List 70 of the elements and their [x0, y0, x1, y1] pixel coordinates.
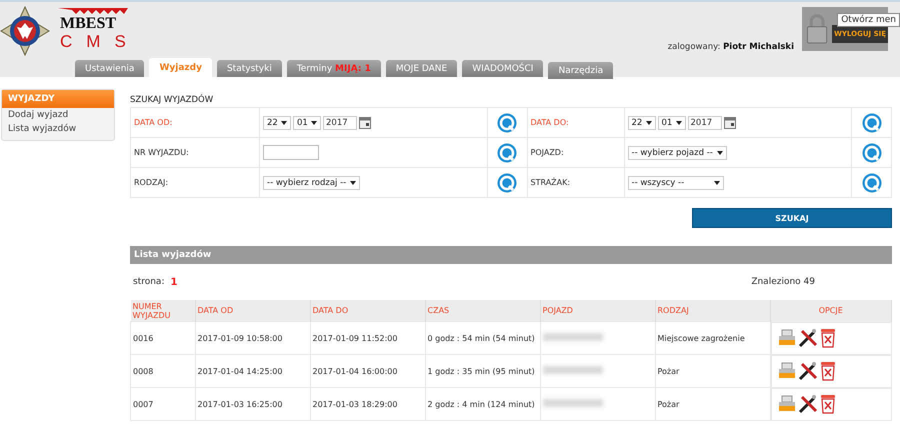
sidebar-title: WYJAZDY	[2, 90, 114, 108]
tools-icon[interactable]	[798, 394, 818, 414]
sidebar-link[interactable]: Dodaj wyjazd	[2, 108, 114, 122]
day-select[interactable]: 22	[628, 116, 656, 130]
table-cell: 2017-01-04 14:25:00	[195, 354, 310, 388]
field-label: POJAZD:	[530, 148, 564, 157]
field-label: DATA DO:	[530, 118, 569, 127]
field-label: DATA OD:	[134, 118, 172, 127]
ribbon-icon	[58, 8, 128, 14]
day-select[interactable]: 22	[263, 116, 291, 130]
tooltip: Otwórz men	[837, 13, 900, 27]
column-header: OPCJE	[818, 306, 843, 316]
blurred-text	[542, 333, 602, 341]
table-cell: 2 godz : 4 min (124 minut)	[425, 388, 540, 420]
table-cell: Pożar	[655, 354, 770, 388]
calendar-icon[interactable]	[724, 116, 736, 128]
result-count: Znaleziono 49	[751, 277, 815, 287]
sidebar-link[interactable]: Lista wyjazdów	[2, 122, 114, 136]
help-icon[interactable]	[862, 142, 882, 162]
table-cell: 2017-01-03 16:25:00	[195, 388, 310, 420]
dropdown[interactable]: -- wszyscy --	[628, 176, 724, 190]
table-cell: 2017-01-04 16:00:00	[310, 354, 425, 388]
column-header: RODZAJ	[658, 306, 689, 315]
column-header: DATA OD	[198, 306, 234, 315]
year-field[interactable]: 2017	[688, 116, 722, 130]
logo-text: MBEST	[60, 14, 116, 32]
table-cell: 0 godz : 54 min (54 minut)	[425, 322, 540, 354]
help-icon[interactable]	[862, 112, 882, 132]
help-icon[interactable]	[497, 142, 517, 162]
page-link[interactable]: 1	[170, 276, 178, 288]
help-icon[interactable]	[497, 112, 517, 132]
column-header: CZAS	[428, 306, 450, 315]
table-cell: 2017-01-09 10:58:00	[195, 322, 310, 354]
table-cell: 2017-01-09 11:52:00	[310, 322, 425, 354]
section-title: SZUKAJ WYJAZDÓW	[130, 95, 214, 105]
table-cell: 0016	[130, 322, 195, 354]
table-cell: Pożar	[655, 388, 770, 420]
number-field[interactable]	[263, 145, 319, 160]
table-cell: Miejscowe zagrożenie	[655, 322, 770, 354]
help-icon[interactable]	[862, 172, 882, 192]
emblem-icon	[0, 6, 50, 56]
calendar-icon[interactable]	[359, 116, 371, 128]
tools-icon[interactable]	[798, 328, 818, 348]
field-label: NR WYJAZDU:	[134, 148, 189, 157]
page-label: strona:	[133, 277, 164, 287]
year-field[interactable]: 2017	[323, 116, 357, 130]
table-cell: 0008	[130, 354, 195, 388]
field-label: RODZAJ:	[134, 178, 168, 187]
trash-icon[interactable]	[820, 361, 836, 381]
trash-icon[interactable]	[820, 394, 836, 414]
table-cell: 2017-01-03 18:29:00	[310, 388, 425, 420]
blurred-text	[542, 366, 602, 374]
month-select[interactable]: 01	[293, 116, 321, 130]
column-header: POJAZD	[542, 306, 573, 315]
table-cell: 0007	[130, 388, 195, 420]
column-header: NUMER WYJAZDU	[132, 302, 170, 320]
dropdown[interactable]: -- wybierz pojazd --	[628, 146, 727, 160]
logo-text: CMS	[60, 32, 140, 52]
trash-icon[interactable]	[820, 328, 836, 348]
blurred-text	[542, 399, 602, 407]
column-header: DATA DO	[312, 306, 348, 315]
field-label: STRAŻAK:	[530, 178, 570, 187]
help-icon[interactable]	[497, 172, 517, 192]
search-button[interactable]: SZUKAJ	[692, 208, 892, 228]
logged-in-user: zalogowany: Piotr Michalski	[668, 42, 794, 52]
dropdown[interactable]: -- wybierz rodzaj --	[263, 176, 360, 190]
tools-icon[interactable]	[798, 361, 818, 381]
section-header: Lista wyjazdów	[130, 246, 892, 264]
table-cell: 1 godz : 35 min (95 minut)	[425, 354, 540, 388]
month-select[interactable]: 01	[658, 116, 686, 130]
